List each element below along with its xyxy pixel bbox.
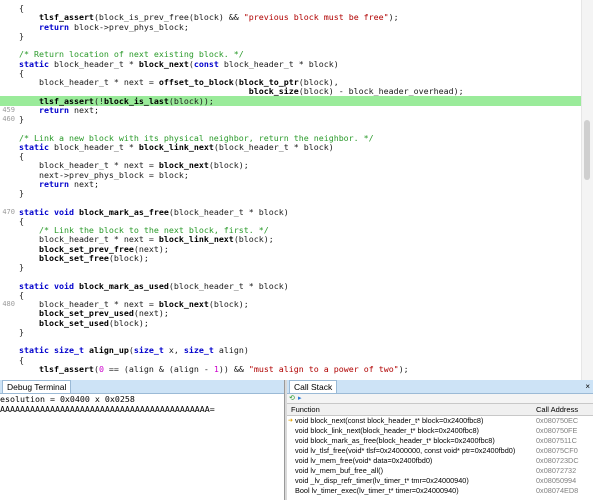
close-icon[interactable]: × xyxy=(585,380,590,393)
code-editor[interactable]: { tlsf_assert(block_is_prev_free(block) … xyxy=(0,0,593,380)
call-stack-function: void _lv_disp_refr_timer(lv_timer_t* tmr… xyxy=(295,476,469,485)
editor-vertical-scrollbar[interactable] xyxy=(581,0,593,380)
call-stack-row[interactable]: void _lv_disp_refr_timer(lv_timer_t* tmr… xyxy=(287,476,593,486)
call-stack-row[interactable]: void lv_tlsf_free(void* tlsf=0x24000000,… xyxy=(287,446,593,456)
debug-terminal-panel[interactable]: Debug Terminal esolution = 0x0400 x 0x02… xyxy=(0,380,285,500)
terminal-line: AAAAAAAAAAAAAAAAAAAAAAAAAAAAAAAAAAAAAAAA… xyxy=(0,404,215,414)
call-stack-address: 0x080723DC xyxy=(536,456,579,465)
call-stack-title-bar: Call Stack × xyxy=(287,380,593,394)
code-line[interactable]: tlsf_assert(0 == (align & (align - 1)) &… xyxy=(0,364,582,374)
call-stack-row[interactable]: void block_mark_as_free(block_header_t* … xyxy=(287,436,593,446)
call-stack-function: void lv_mem_free(void* data=0x2400fbd0) xyxy=(295,456,433,465)
call-stack-function: Bool lv_timer_exec(lv_timer_t* timer=0x2… xyxy=(295,486,459,495)
call-stack-panel[interactable]: Call Stack × ⟲ ▸ Function Call Address ➜… xyxy=(287,380,593,500)
call-stack-address: 0x08072732 xyxy=(536,466,577,475)
call-stack-row[interactable]: void lv_mem_buf_free_all() 0x08072732 xyxy=(287,466,593,476)
debug-terminal-tab[interactable]: Debug Terminal xyxy=(2,380,72,393)
call-stack-tab[interactable]: Call Stack xyxy=(289,380,338,393)
call-stack-row[interactable]: void lv_mem_free(void* data=0x2400fbd0) 0… xyxy=(287,456,593,466)
current-frame-arrow-icon: ➜ xyxy=(288,418,294,424)
call-stack-header: Function Call Address xyxy=(287,403,593,416)
call-stack-function: void lv_tlsf_free(void* tlsf=0x24000000,… xyxy=(295,446,516,455)
debug-terminal-title-bar: Debug Terminal xyxy=(0,380,284,394)
call-stack-toolbar: ⟲ ▸ xyxy=(287,394,593,403)
scrollbar-thumb[interactable] xyxy=(584,120,590,180)
column-function[interactable]: Function xyxy=(291,404,320,415)
refresh-icon[interactable]: ⟲ xyxy=(289,395,295,402)
step-icon[interactable]: ▸ xyxy=(298,395,302,402)
call-stack-address: 0x08075CF0 xyxy=(536,446,578,455)
call-stack-function: void lv_mem_buf_free_all() xyxy=(295,466,384,475)
column-call-address[interactable]: Call Address xyxy=(536,404,578,415)
terminal-line: esolution = 0x0400 x 0x0258 xyxy=(0,394,135,404)
call-stack-address: 0x08074ED8 xyxy=(536,486,579,495)
call-stack-function: void block_link_next(block_header_t* blo… xyxy=(295,426,479,435)
call-stack-address: 0x0807511C xyxy=(536,436,577,445)
call-stack-row[interactable]: ➜ void block_next(const block_header_t* b… xyxy=(287,416,593,426)
call-stack-row[interactable]: Bool lv_timer_exec(lv_timer_t* timer=0x2… xyxy=(287,486,593,496)
call-stack-function: void block_next(const block_header_t* bl… xyxy=(295,416,484,425)
call-stack-function: void block_mark_as_free(block_header_t* … xyxy=(295,436,495,445)
bottom-panels: Debug Terminal esolution = 0x0400 x 0x02… xyxy=(0,380,593,500)
call-stack-row[interactable]: void block_link_next(block_header_t* blo… xyxy=(287,426,593,436)
code-text: tlsf_assert(0 == (align & (align - 1)) &… xyxy=(38,363,409,374)
call-stack-address: 0x08050994 xyxy=(536,476,577,485)
call-stack-address: 0x080750EC xyxy=(536,416,579,425)
call-stack-address: 0x080750FE xyxy=(536,426,578,435)
